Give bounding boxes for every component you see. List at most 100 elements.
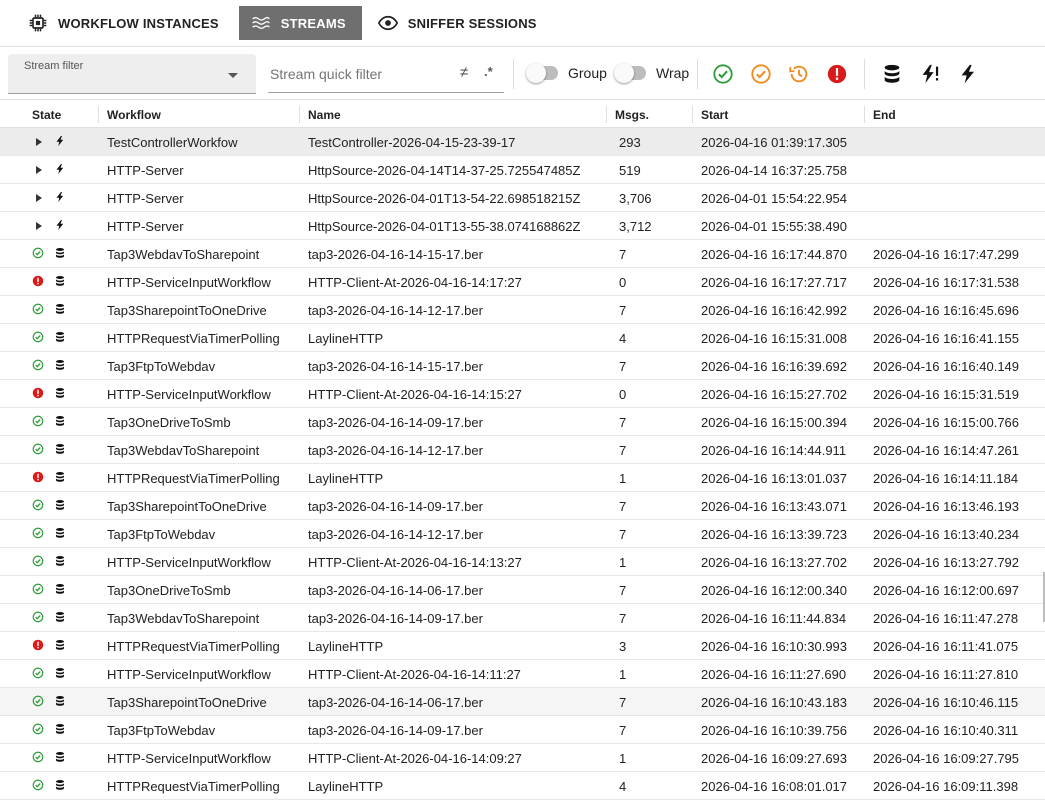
stream-toolbar: Stream filter ≠ .* Group Wrap [0, 46, 1045, 98]
column-header-msgs[interactable]: Msgs. [615, 108, 649, 122]
tab-sniffer-sessions[interactable]: SNIFFER SESSIONS [366, 6, 553, 40]
cell-start: 2026-04-01 15:54:22.954 [701, 191, 848, 206]
expand-row-icon[interactable] [36, 166, 42, 174]
success-status-icon [32, 611, 46, 625]
cell-start: 2026-04-16 16:10:39.756 [701, 723, 848, 738]
group-switch[interactable] [526, 63, 558, 83]
streams-table: State Workflow Name Msgs. Start End Test… [0, 99, 1045, 800]
table-row[interactable]: HTTP-Server HttpSource-2026-04-01T13-55-3… [0, 212, 1045, 240]
warning-filter-icon[interactable] [750, 63, 772, 85]
wrap-switch[interactable] [614, 63, 646, 83]
cell-workflow: Tap3FtpToWebdav [107, 359, 216, 374]
expand-row-icon[interactable] [36, 194, 42, 202]
table-row[interactable]: HTTPRequestViaTimerPolling LaylineHTTP 3 20… [0, 632, 1045, 660]
table-row[interactable]: HTTP-ServiceInputWorkflow HTTP-Client-At-… [0, 744, 1045, 772]
not-equal-icon[interactable]: ≠ [460, 64, 468, 81]
table-row[interactable]: Tap3WebdavToSharepoint tap3-2026-04-16-14… [0, 240, 1045, 268]
table-row[interactable]: HTTP-ServiceInputWorkflow HTTP-Client-At-… [0, 548, 1045, 576]
table-row[interactable]: HTTP-Server HttpSource-2026-04-14T14-37-2… [0, 156, 1045, 184]
chevron-down-icon [228, 73, 238, 78]
database-icon [54, 359, 66, 373]
cell-end: 2026-04-16 16:16:40.149 [873, 359, 1020, 374]
cell-end: 2026-04-16 16:17:47.299 [873, 247, 1020, 262]
table-row[interactable]: Tap3SharepointToOneDrive tap3-2026-04-16-… [0, 688, 1045, 716]
table-row[interactable]: Tap3OneDriveToSmb tap3-2026-04-16-14-06-1… [0, 576, 1045, 604]
table-row[interactable]: Tap3WebdavToSharepoint tap3-2026-04-16-14… [0, 604, 1045, 632]
success-status-icon [32, 527, 46, 541]
group-toggle[interactable]: Group [526, 63, 607, 83]
cell-start: 2026-04-16 16:11:27.690 [701, 667, 847, 682]
table-row[interactable]: Tap3FtpToWebdav tap3-2026-04-16-14-15-17.… [0, 352, 1045, 380]
table-row[interactable]: HTTP-Server HttpSource-2026-04-01T13-54-2… [0, 184, 1045, 212]
flash-alert-icon[interactable] [919, 63, 941, 85]
success-status-icon [32, 499, 46, 513]
table-row[interactable]: HTTPRequestViaTimerPolling LaylineHTTP 4 20… [0, 324, 1045, 352]
success-status-icon [32, 583, 46, 597]
cell-start: 2026-04-16 01:39:17.305 [701, 135, 848, 150]
error-filter-icon[interactable] [826, 63, 848, 85]
cell-end: 2026-04-16 16:10:40.311 [873, 723, 1019, 738]
tab-workflow-instances[interactable]: WORKFLOW INSTANCES [16, 6, 235, 40]
cell-end: 2026-04-16 16:12:00.697 [873, 583, 1020, 598]
expand-row-icon[interactable] [36, 222, 42, 230]
stream-filter-select[interactable]: Stream filter [8, 54, 256, 94]
wrap-toggle[interactable]: Wrap [614, 63, 689, 83]
cell-name: tap3-2026-04-16-14-09-17.ber [308, 723, 483, 738]
history-filter-icon[interactable] [788, 63, 810, 85]
table-body: TestControllerWorkfow TestController-2026… [0, 128, 1045, 800]
column-header-end[interactable]: End [873, 108, 896, 122]
view-tabs: WORKFLOW INSTANCES STREAMS SNIFFER SESSI… [0, 0, 1045, 46]
table-row[interactable]: Tap3WebdavToSharepoint tap3-2026-04-16-14… [0, 436, 1045, 464]
stream-quick-filter-input[interactable] [268, 63, 448, 85]
success-status-icon [32, 555, 46, 569]
flash-icon [54, 191, 66, 205]
error-status-icon [32, 639, 46, 653]
table-row[interactable]: HTTP-ServiceInputWorkflow HTTP-Client-At-… [0, 380, 1045, 408]
table-row[interactable]: Tap3SharepointToOneDrive tap3-2026-04-16-… [0, 492, 1045, 520]
database-icon [54, 471, 66, 485]
cell-start: 2026-04-16 16:16:42.992 [701, 303, 848, 318]
column-header-workflow[interactable]: Workflow [107, 108, 161, 122]
cell-end: 2026-04-16 16:17:31.538 [873, 275, 1020, 290]
success-status-icon [32, 751, 46, 765]
cell-end: 2026-04-16 16:11:41.075 [873, 639, 1019, 654]
table-row[interactable]: Tap3FtpToWebdav tap3-2026-04-16-14-09-17.… [0, 716, 1045, 744]
tab-streams[interactable]: STREAMS [238, 6, 362, 40]
cell-start: 2026-04-16 16:10:30.993 [701, 639, 848, 654]
table-row[interactable]: HTTPRequestViaTimerPolling LaylineHTTP 1 20… [0, 464, 1045, 492]
cell-workflow: TestControllerWorkfow [107, 135, 238, 150]
cell-end: 2026-04-16 16:13:40.234 [873, 527, 1020, 542]
table-row[interactable]: HTTP-ServiceInputWorkflow HTTP-Client-At-… [0, 660, 1045, 688]
cell-name: HTTP-Client-At-2026-04-16-14:15:27 [308, 387, 522, 402]
cell-workflow: HTTP-ServiceInputWorkflow [107, 667, 271, 682]
flash-icon[interactable] [957, 63, 979, 85]
table-row[interactable]: HTTP-ServiceInputWorkflow HTTP-Client-At-… [0, 268, 1045, 296]
cell-name: tap3-2026-04-16-14-15-17.ber [308, 247, 483, 262]
cell-start: 2026-04-16 16:13:27.702 [701, 555, 848, 570]
cell-msgs: 4 [619, 779, 627, 794]
column-header-state[interactable]: State [32, 108, 61, 122]
database-icon [54, 527, 66, 541]
success-filter-icon[interactable] [712, 63, 734, 85]
cell-start: 2026-04-16 16:13:01.037 [701, 471, 848, 486]
regex-icon[interactable]: .* [484, 64, 493, 79]
table-row[interactable]: HTTPRequestViaTimerPolling LaylineHTTP 4 20… [0, 772, 1045, 800]
cell-end: 2026-04-16 16:11:47.278 [873, 611, 1019, 626]
cell-start: 2026-04-16 16:11:44.834 [701, 611, 847, 626]
table-row[interactable]: TestControllerWorkfow TestController-2026… [0, 128, 1045, 156]
cell-end: 2026-04-16 16:14:11.184 [873, 471, 1019, 486]
table-row[interactable]: Tap3OneDriveToSmb tap3-2026-04-16-14-09-1… [0, 408, 1045, 436]
table-row[interactable]: Tap3FtpToWebdav tap3-2026-04-16-14-12-17.… [0, 520, 1045, 548]
cell-msgs: 7 [619, 527, 627, 542]
expand-row-icon[interactable] [36, 138, 42, 146]
table-row[interactable]: Tap3SharepointToOneDrive tap3-2026-04-16-… [0, 296, 1045, 324]
column-header-name[interactable]: Name [308, 108, 341, 122]
quick-filter-field: ≠ .* [268, 55, 504, 93]
cell-msgs: 1 [619, 471, 627, 486]
database-icon[interactable] [881, 63, 903, 85]
cell-name: HttpSource-2026-04-14T14-37-25.725547485… [308, 163, 581, 178]
toolbar-divider [697, 59, 698, 89]
database-icon [54, 779, 66, 793]
column-header-start[interactable]: Start [701, 108, 728, 122]
cell-msgs: 3,706 [619, 191, 652, 206]
